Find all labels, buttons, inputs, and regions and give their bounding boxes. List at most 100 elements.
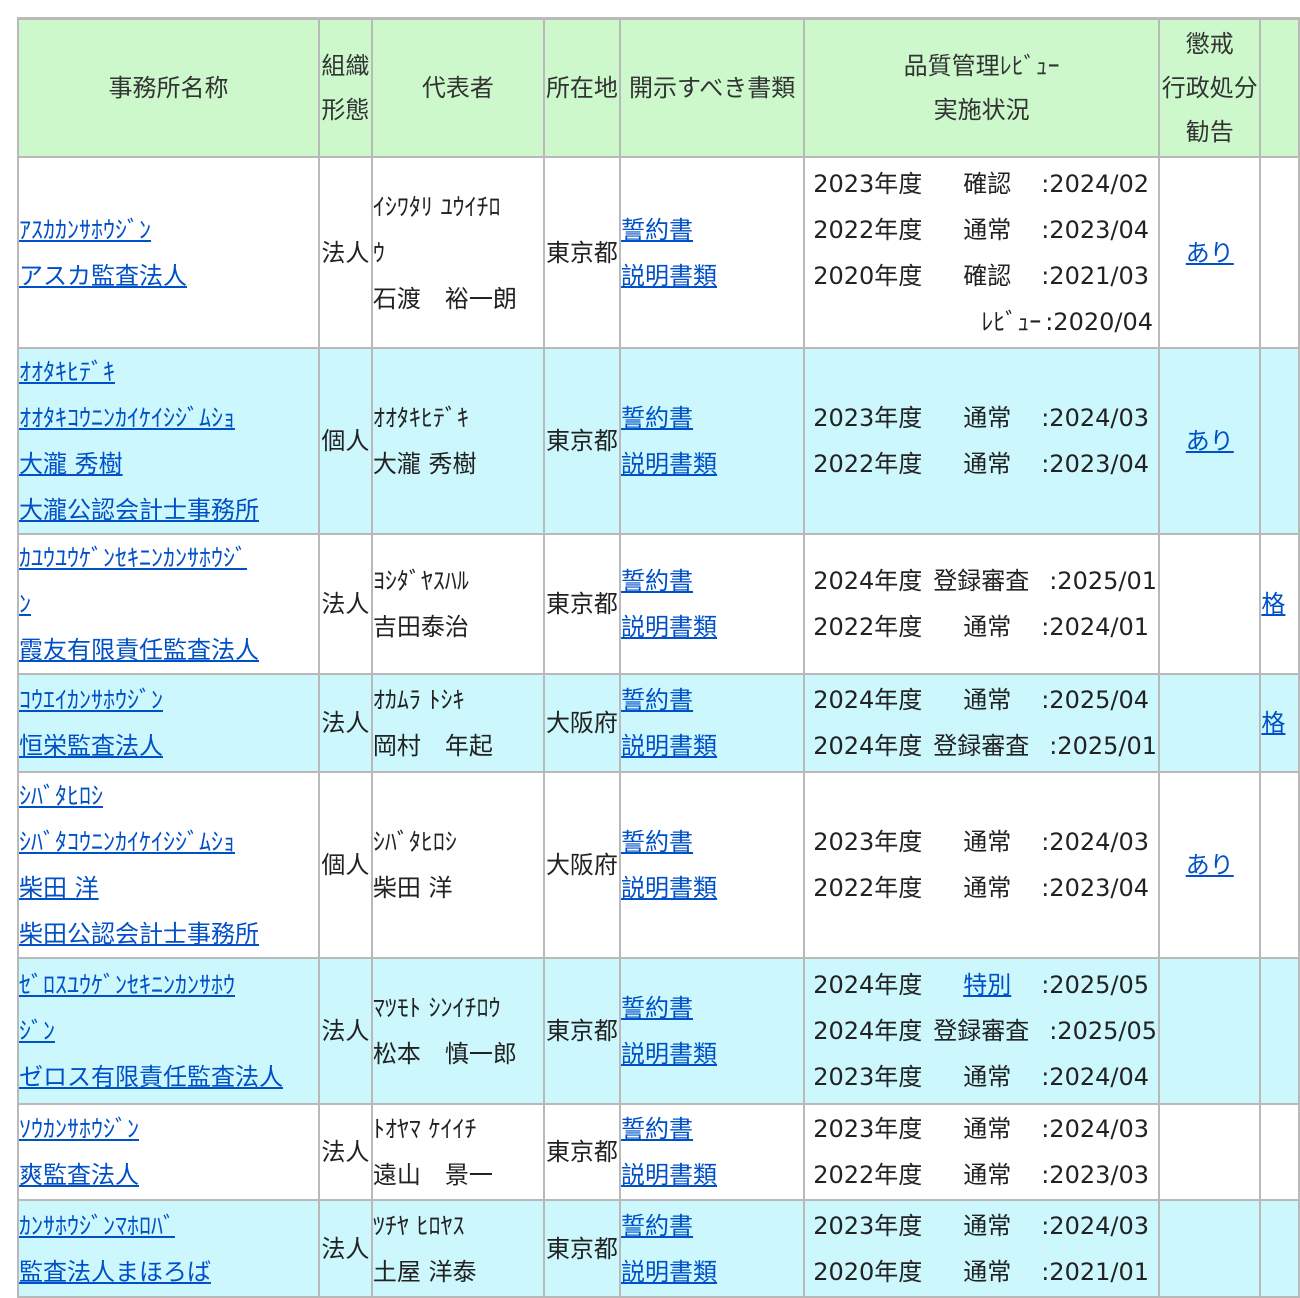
header-location: 所在地 xyxy=(542,18,622,158)
pledge-document-link[interactable]: 誓約書 xyxy=(621,395,803,441)
review-entry: 2020年度 通常:2021/01 xyxy=(813,1249,1158,1295)
pledge-document-link[interactable]: 誓約書 xyxy=(621,819,803,865)
disciplinary-link[interactable]: あり xyxy=(1186,239,1234,267)
org-type-cell: 個人 xyxy=(317,347,373,535)
header-disciplinary: 懲戒 行政処分 勧告 xyxy=(1158,18,1262,158)
documents-cell: 誓約書 説明書類 xyxy=(619,957,806,1105)
review-kind: 通常 xyxy=(963,1115,1012,1143)
office-name-link[interactable]: 柴田 洋 xyxy=(19,865,318,911)
office-name-link[interactable]: 恒栄監査法人 xyxy=(19,723,318,769)
documents-cell: 誓約書 説明書類 xyxy=(619,347,806,535)
office-name-link[interactable]: 爽監査法人 xyxy=(19,1152,318,1198)
disciplinary-link[interactable]: あり xyxy=(1186,427,1234,455)
explanation-documents-link[interactable]: 説明書類 xyxy=(621,865,803,911)
office-name-cell: ｿｳｶﾝｻﾎｳｼﾞﾝ 爽監査法人 xyxy=(17,1103,320,1201)
explanation-documents-link[interactable]: 説明書類 xyxy=(621,1249,803,1295)
pledge-document-link[interactable]: 誓約書 xyxy=(621,558,803,604)
org-type-cell: 法人 xyxy=(317,673,373,773)
documents-cell: 誓約書 説明書類 xyxy=(619,1103,806,1201)
header-row: 事務所名称 組織 形態 代表者 所在地 開示すべき書類 品質管理ﾚﾋﾞｭｰ 実施… xyxy=(17,18,1300,158)
office-name-link[interactable]: ｶﾕｳﾕｳｹﾞﾝｾｷﾆﾝｶﾝｻﾎｳｼﾞ xyxy=(19,535,318,581)
review-kind: 登録審査 xyxy=(933,567,1030,595)
extra-link[interactable]: 格 xyxy=(1262,709,1285,737)
office-name-link[interactable]: ｼﾊﾞﾀｺｳﾆﾝｶｲｹｲｼｼﾞﾑｼｮ xyxy=(19,819,318,865)
location-cell: 東京都 xyxy=(542,1199,622,1298)
table-row: ｱｽｶｶﾝｻﾎｳｼﾞﾝ アスカ監査法人 法人 ｲｼﾜﾀﾘ ﾕｳｲﾁﾛ ｳ 石渡 裕一朗 東京… xyxy=(17,156,1300,349)
header-quality-review: 品質管理ﾚﾋﾞｭｰ 実施状況 xyxy=(803,18,1161,158)
review-year: 2024年度 xyxy=(813,686,923,714)
table-row: ｵｵﾀｷﾋﾃﾞｷ ｵｵﾀｷｺｳﾆﾝｶｲｹｲｼｼﾞﾑｼｮ 大瀧 秀樹 大瀧公認会計士事務… xyxy=(17,347,1300,535)
office-name-cell: ｾﾞﾛｽﾕｳｹﾞﾝｾｷﾆﾝｶﾝｻﾎｳ ｼﾞﾝ ゼロス有限責任監査法人 xyxy=(17,957,320,1105)
office-name-link[interactable]: ｱｽｶｶﾝｻﾎｳｼﾞﾝ xyxy=(19,207,318,253)
representative-cell: ﾖｼﾀﾞﾔｽﾊﾙ 吉田泰治 xyxy=(370,533,545,675)
review-kind: ﾚﾋﾞｭｰ xyxy=(981,307,1042,336)
representative-line: ｵｵﾀｷﾋﾃﾞｷ xyxy=(372,404,469,432)
table-row: ｺｳｴｲｶﾝｻﾎｳｼﾞﾝ 恒栄監査法人 法人 ｵｶﾑﾗ ﾄｼｷ 岡村 年起 大阪府 誓約書説… xyxy=(17,673,1300,773)
review-kind-link[interactable]: 特別 xyxy=(933,962,1041,1008)
extra-link[interactable]: 格 xyxy=(1262,590,1285,618)
office-name-link[interactable]: 監査法人まほろば xyxy=(19,1249,318,1295)
office-name-link[interactable]: ｼﾊﾞﾀﾋﾛｼ xyxy=(19,773,318,819)
office-name-cell: ｵｵﾀｷﾋﾃﾞｷ ｵｵﾀｷｺｳﾆﾝｶｲｹｲｼｼﾞﾑｼｮ 大瀧 秀樹 大瀧公認会計士事務… xyxy=(17,347,320,535)
header-disc-line: 行政処分 xyxy=(1161,74,1258,102)
office-name-link[interactable]: ゼロス有限責任監査法人 xyxy=(19,1054,318,1100)
representative-cell: ｲｼﾜﾀﾘ ﾕｳｲﾁﾛ ｳ 石渡 裕一朗 xyxy=(370,156,545,349)
office-name-link[interactable]: 柴田公認会計士事務所 xyxy=(19,911,318,957)
office-name-link[interactable]: ｵｵﾀｷｺｳﾆﾝｶｲｹｲｼｼﾞﾑｼｮ xyxy=(19,395,318,441)
header-org-line: 形態 xyxy=(321,96,370,124)
explanation-documents-link[interactable]: 説明書類 xyxy=(621,441,803,487)
review-entry: 2023年度 通常:2024/03 xyxy=(813,819,1158,865)
pledge-document-link[interactable]: 誓約書 xyxy=(621,207,803,253)
review-entry: 2023年度 通常:2024/03 xyxy=(813,395,1158,441)
pledge-document-link[interactable]: 誓約書 xyxy=(621,985,803,1031)
office-name-link[interactable]: ｾﾞﾛｽﾕｳｹﾞﾝｾｷﾆﾝｶﾝｻﾎｳ xyxy=(19,962,318,1008)
pledge-document-link[interactable]: 誓約書 xyxy=(621,1106,803,1152)
explanation-documents-link[interactable]: 説明書類 xyxy=(621,1031,803,1077)
review-year: 2022年度 xyxy=(813,1161,923,1189)
representative-cell: ｵｶﾑﾗ ﾄｼｷ 岡村 年起 xyxy=(370,673,545,773)
header-office-name: 事務所名称 xyxy=(17,18,320,158)
disciplinary-cell xyxy=(1158,533,1262,675)
pledge-document-link[interactable]: 誓約書 xyxy=(621,1203,803,1249)
review-kind: 登録審査 xyxy=(933,732,1030,760)
office-name-link[interactable]: 大瀧 秀樹 xyxy=(19,441,318,487)
review-kind: 確認 xyxy=(963,169,1012,198)
review-date: :2024/03 xyxy=(1041,828,1150,856)
org-type-cell: 個人 xyxy=(317,771,373,959)
explanation-documents-link[interactable]: 説明書類 xyxy=(621,723,803,769)
review-year: 2024年度 xyxy=(813,971,923,999)
office-name-link[interactable]: ｺｳｴｲｶﾝｻﾎｳｼﾞﾝ xyxy=(19,677,318,723)
office-name-link[interactable]: ｿｳｶﾝｻﾎｳｼﾞﾝ xyxy=(19,1106,318,1152)
extra-cell xyxy=(1259,771,1300,959)
pledge-document-link[interactable]: 誓約書 xyxy=(621,677,803,723)
review-year: 2024年度 xyxy=(813,1017,923,1045)
representative-line: ﾖｼﾀﾞﾔｽﾊﾙ xyxy=(372,567,469,595)
review-date: :2023/04 xyxy=(1041,215,1150,244)
review-year: 2024年度 xyxy=(813,567,923,595)
header-review-line: 実施状況 xyxy=(933,96,1030,124)
office-name-link[interactable]: 大瀧公認会計士事務所 xyxy=(19,487,318,533)
review-kind: 通常 xyxy=(963,613,1012,641)
explanation-documents-link[interactable]: 説明書類 xyxy=(621,253,803,299)
explanation-documents-link[interactable]: 説明書類 xyxy=(621,1152,803,1198)
extra-cell xyxy=(1259,347,1300,535)
office-name-link[interactable]: ｶﾝｻﾎｳｼﾞﾝﾏﾎﾛﾊﾞ xyxy=(19,1203,318,1249)
representative-line: 吉田泰治 xyxy=(372,613,469,641)
office-name-link[interactable]: 霞友有限責任監査法人 xyxy=(19,627,318,673)
office-name-link[interactable]: ｼﾞﾝ xyxy=(19,1008,318,1054)
review-entry: ﾚﾋﾞｭｰ:2020/04 xyxy=(813,299,1158,345)
disciplinary-link[interactable]: あり xyxy=(1186,851,1234,879)
review-year: 2022年度 xyxy=(813,215,923,244)
explanation-documents-link[interactable]: 説明書類 xyxy=(621,604,803,650)
extra-cell: 格 xyxy=(1259,673,1300,773)
representative-cell: ﾄｵﾔﾏ ｹｲｲﾁ 遠山 景一 xyxy=(370,1103,545,1201)
office-name-link[interactable]: ｵｵﾀｷﾋﾃﾞｷ xyxy=(19,349,318,395)
office-name-link[interactable]: ﾝ xyxy=(19,581,318,627)
representative-line: ｵｶﾑﾗ ﾄｼｷ xyxy=(372,686,465,714)
review-date: :2024/01 xyxy=(1041,613,1150,641)
extra-cell xyxy=(1259,1199,1300,1298)
office-name-link[interactable]: アスカ監査法人 xyxy=(19,253,318,299)
location-cell: 東京都 xyxy=(542,1103,622,1201)
disciplinary-cell xyxy=(1158,1103,1262,1201)
table-row: ｿｳｶﾝｻﾎｳｼﾞﾝ 爽監査法人 法人 ﾄｵﾔﾏ ｹｲｲﾁ 遠山 景一 東京都 誓約書 説明書… xyxy=(17,1103,1300,1201)
